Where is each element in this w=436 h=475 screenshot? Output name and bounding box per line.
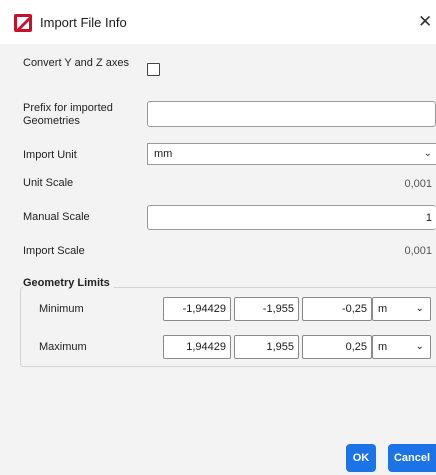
minimum-y-value: -1,955 (262, 303, 294, 315)
import-unit-value: mm (154, 148, 173, 160)
maximum-label: Maximum (39, 341, 87, 353)
minimum-x-value: -1,94429 (182, 303, 226, 315)
title-bar: Import File Info ✕ (0, 0, 436, 44)
maximum-z-input[interactable]: 0,25 (302, 335, 372, 359)
unit-scale-value: 0,001 (404, 178, 432, 190)
manual-scale-label: Manual Scale (23, 211, 90, 223)
chevron-down-icon: ⌄ (415, 303, 424, 314)
minimum-label: Minimum (39, 303, 84, 315)
minimum-x-input[interactable]: -1,94429 (163, 297, 231, 321)
import-scale-label: Import Scale (23, 245, 85, 257)
maximum-unit-select[interactable]: m ⌄ (372, 335, 431, 359)
maximum-x-value: 1,94429 (186, 341, 226, 353)
prefix-input[interactable] (147, 101, 436, 127)
window-title: Import File Info (40, 15, 127, 30)
geometry-limits-title: Geometry Limits (23, 277, 114, 289)
maximum-y-value: 1,955 (266, 341, 294, 353)
import-scale-value: 0,001 (404, 245, 432, 257)
maximum-y-input[interactable]: 1,955 (234, 335, 299, 359)
maximum-z-value: 0,25 (345, 341, 367, 353)
chevron-down-icon: ⌄ (415, 341, 424, 352)
chevron-down-icon: ⌄ (423, 148, 432, 159)
minimum-unit-value: m (378, 303, 388, 315)
minimum-z-value: -0,25 (341, 303, 367, 315)
import-unit-label: Import Unit (23, 149, 77, 161)
ok-button[interactable]: OK (346, 444, 376, 472)
prefix-label: Prefix for imported Geometries (23, 102, 113, 127)
cancel-button[interactable]: Cancel (388, 444, 436, 472)
app-logo-icon (14, 14, 32, 32)
minimum-z-input[interactable]: -0,25 (302, 297, 372, 321)
convert-yz-checkbox[interactable] (147, 63, 160, 76)
unit-scale-label: Unit Scale (23, 177, 74, 189)
minimum-unit-select[interactable]: m ⌄ (372, 297, 431, 321)
convert-yz-label: Convert Y and Z axes (23, 57, 129, 69)
manual-scale-value: 1 (425, 212, 432, 224)
close-icon[interactable]: ✕ (418, 10, 436, 34)
minimum-y-input[interactable]: -1,955 (234, 297, 299, 321)
maximum-x-input[interactable]: 1,94429 (163, 335, 231, 359)
maximum-unit-value: m (378, 341, 388, 353)
manual-scale-input[interactable]: 1 (147, 205, 436, 230)
import-unit-select[interactable]: mm ⌄ (147, 143, 436, 165)
